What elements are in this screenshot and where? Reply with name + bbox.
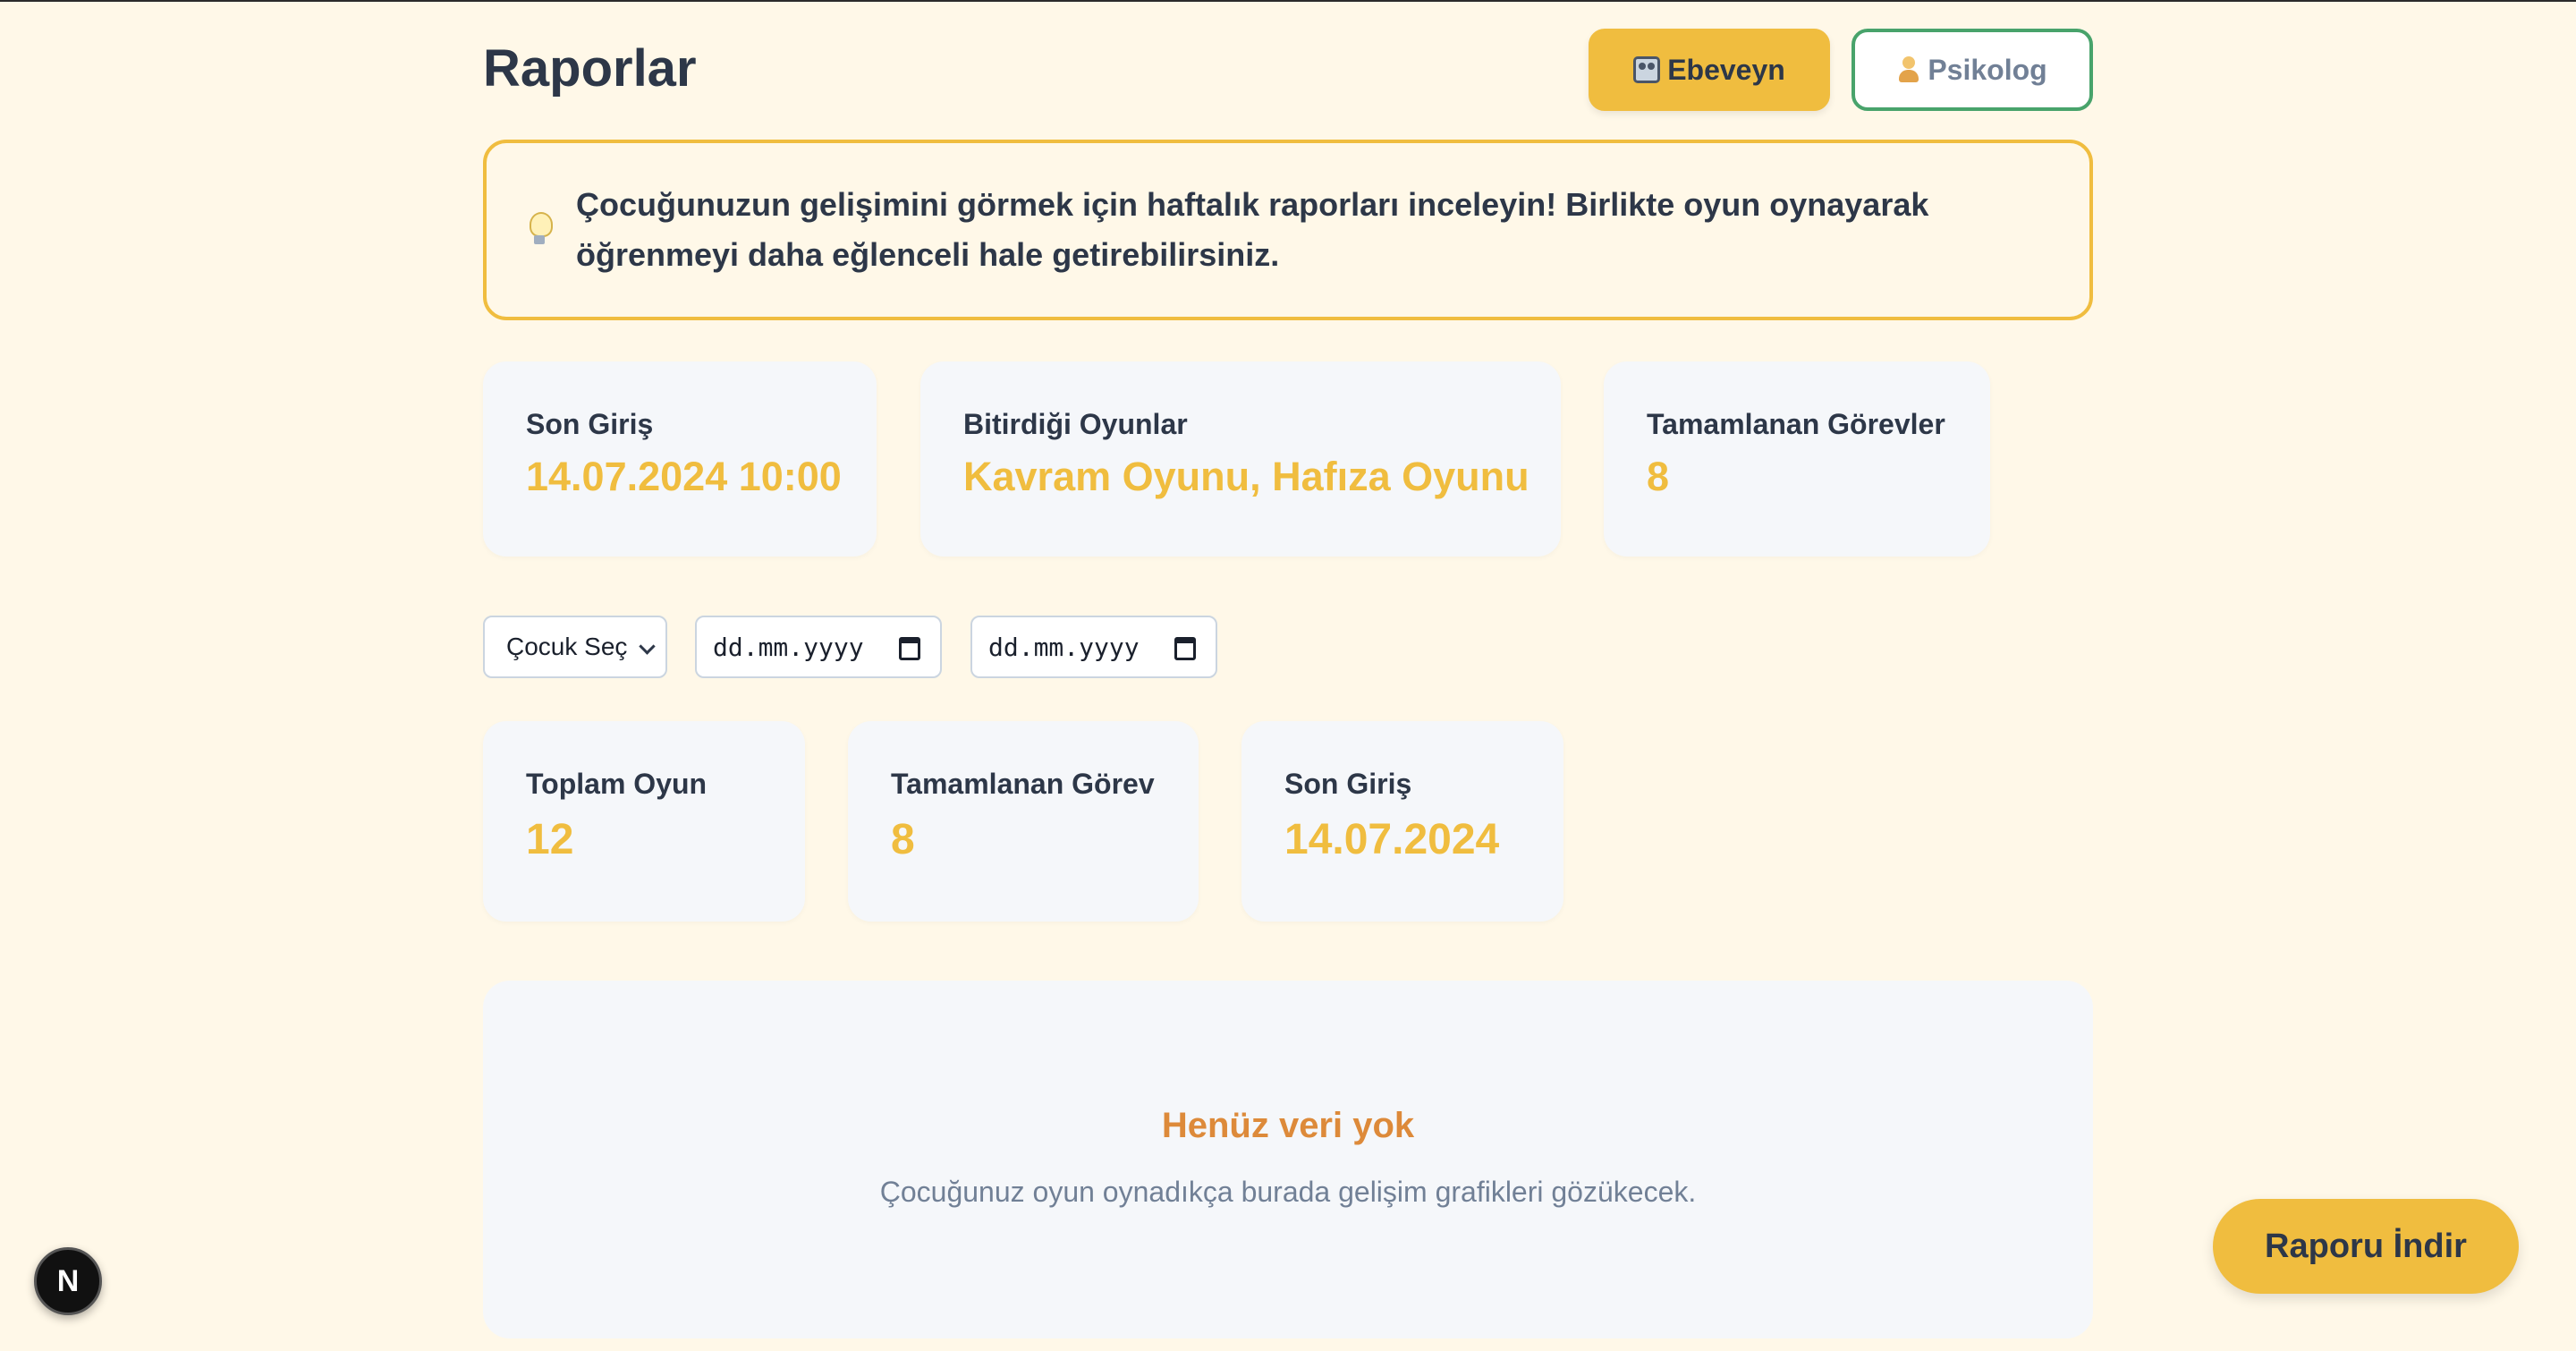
stats-card-label: Toplam Oyun	[526, 768, 708, 800]
child-select[interactable]: Çocuk Seç	[483, 616, 667, 678]
stats-card-value: 12	[526, 816, 574, 863]
start-date-placeholder: dd.mm.yyyy	[713, 632, 864, 662]
end-date-placeholder: dd.mm.yyyy	[988, 632, 1140, 662]
summary-card-last-login: Son Giriş 14.07.2024 10:00	[483, 361, 877, 557]
report-filters: Çocuk Seç dd.mm.yyyy dd.mm.yyyy	[483, 616, 2093, 678]
progress-chart-panel: Henüz veri yok Çocuğunuz oyun oynadıkça …	[483, 981, 2093, 1338]
psychologist-icon	[1897, 56, 1920, 83]
page-header: Raporlar Ebeveyn Psikolog	[483, 29, 2093, 113]
stats-card-label: Son Giriş	[1284, 768, 1412, 800]
psychologist-role-label: Psikolog	[1928, 53, 2047, 86]
dev-tools-badge[interactable]: N	[34, 1247, 102, 1315]
empty-state-title: Henüz veri yok	[1161, 1106, 1415, 1145]
tip-banner: Çocuğunuzun gelişimini görmek için hafta…	[483, 140, 2093, 320]
summary-card-label: Tamamlanan Görevler	[1647, 408, 1945, 440]
parent-role-button[interactable]: Ebeveyn	[1589, 29, 1830, 111]
stats-card-value: 14.07.2024	[1284, 816, 1500, 863]
summary-card-value: 8	[1647, 454, 1670, 499]
stats-card-last-login: Son Giriş 14.07.2024	[1241, 721, 1563, 922]
summary-card-finished-games: Bitirdiği Oyunlar Kavram Oyunu, Hafıza O…	[920, 361, 1561, 557]
empty-state-subtitle: Çocuğunuz oyun oynadıkça burada gelişim …	[879, 1176, 1697, 1208]
chevron-down-icon	[639, 638, 656, 655]
calendar-icon[interactable]	[899, 637, 920, 660]
psychologist-role-button[interactable]: Psikolog	[1852, 29, 2093, 111]
page-title: Raporlar	[483, 39, 697, 98]
summary-card-label: Son Giriş	[526, 408, 654, 440]
summary-card-label: Bitirdiği Oyunlar	[963, 408, 1188, 440]
end-date-input[interactable]: dd.mm.yyyy	[970, 616, 1217, 678]
family-icon	[1633, 56, 1661, 83]
summary-card-completed-tasks: Tamamlanan Görevler 8	[1604, 361, 1990, 557]
summary-card-value: Kavram Oyunu, Hafıza Oyunu	[963, 454, 1530, 499]
stats-card-label: Tamamlanan Görev	[891, 768, 1155, 800]
stats-card-completed-task: Tamamlanan Görev 8	[848, 721, 1199, 922]
stats-card-value: 8	[891, 816, 915, 863]
child-select-value: Çocuk Seç	[506, 633, 628, 660]
download-report-button[interactable]: Raporu İndir	[2213, 1199, 2519, 1294]
stats-card-total-games: Toplam Oyun 12	[483, 721, 805, 922]
lightbulb-icon	[530, 212, 553, 248]
tip-text: Çocuğunuzun gelişimini görmek için hafta…	[576, 186, 1929, 273]
calendar-icon[interactable]	[1174, 637, 1196, 660]
window-top-border	[0, 0, 2576, 2]
start-date-input[interactable]: dd.mm.yyyy	[695, 616, 942, 678]
summary-card-value: 14.07.2024 10:00	[526, 454, 842, 499]
parent-role-label: Ebeveyn	[1667, 53, 1785, 86]
